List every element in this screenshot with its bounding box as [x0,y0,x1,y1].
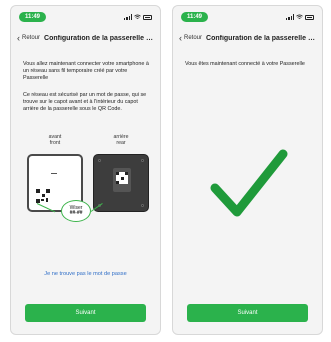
front-label-en: front [49,140,61,146]
screw-icon [141,204,144,207]
front-label: avant front [35,134,75,146]
status-icons [124,12,152,22]
rear-label-en: rear [116,140,126,146]
back-button[interactable]: ‹ Retour [179,33,203,43]
rear-label: arrière rear [101,134,141,146]
chevron-left-icon: ‹ [179,33,182,43]
page-title: Configuration de la passerelle d... [206,34,317,42]
screw-icon [141,159,144,162]
status-icons [286,12,314,22]
wiser-code: ##-## [69,210,83,216]
qr-code-icon [36,189,50,203]
page-title: Configuration de la passerelle d... [44,34,155,42]
wifi-icon [134,14,141,19]
nav-bar: ‹ Retour Configuration de la passerelle … [11,30,160,46]
status-bar: 11:49 [173,6,322,28]
intro-paragraph: Vous allez maintenant connecter votre sm… [23,61,149,81]
battery-icon [143,14,152,20]
chevron-left-icon: ‹ [17,33,20,43]
phone-screen-connected: 11:49 ‹ Retour Configuration de la passe… [172,5,323,335]
front-led [51,173,57,174]
wiser-password-callout: Wiser ##-## [61,200,91,222]
battery-icon [305,14,314,20]
nav-bar: ‹ Retour Configuration de la passerelle … [173,30,322,46]
signal-icon [286,14,294,20]
back-label: Retour [184,35,203,41]
signal-icon [124,14,132,20]
status-time: 11:49 [19,12,47,22]
password-not-found-link[interactable]: Je ne trouve pas le mot de passe [11,271,160,277]
wifi-icon [296,14,303,19]
next-button[interactable]: Suivant [187,304,308,322]
status-time: 11:49 [181,12,209,22]
password-paragraph: Ce réseau est sécurisé par un mot de pas… [23,92,147,112]
screw-icon [98,159,101,162]
rear-panel [113,168,131,192]
next-button[interactable]: Suivant [25,304,146,322]
phone-screen-connect: 11:49 ‹ Retour Configuration de la passe… [10,5,161,335]
checkmark-icon [210,149,288,217]
qr-code-icon [116,172,128,184]
back-button[interactable]: ‹ Retour [17,33,41,43]
connected-message: Vous êtes maintenant connecté à votre Pa… [185,61,305,67]
back-label: Retour [22,35,41,41]
status-bar: 11:49 [11,6,160,28]
